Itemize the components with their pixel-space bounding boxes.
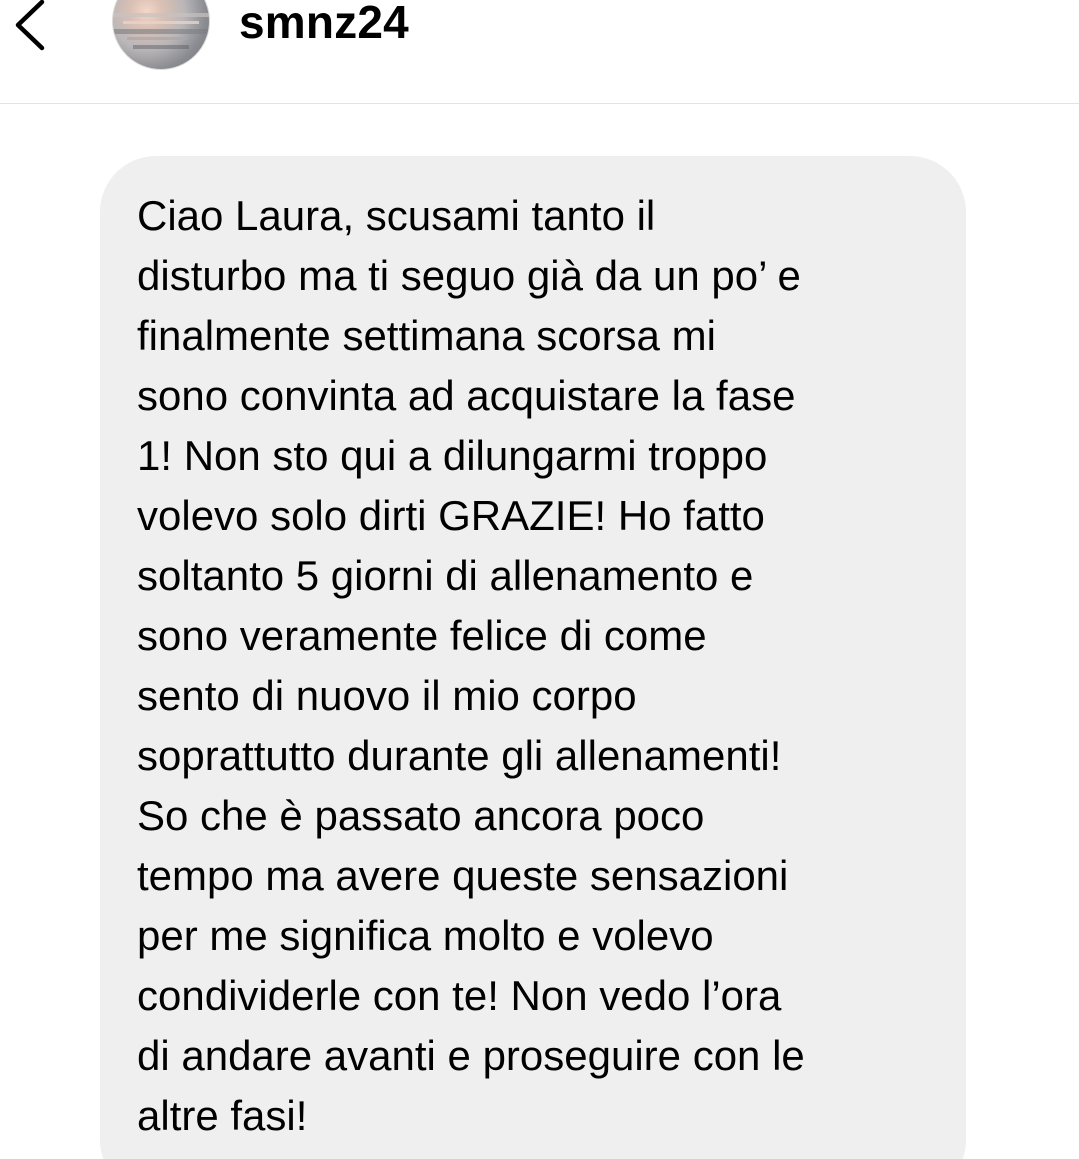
back-button[interactable]	[4, 0, 56, 56]
username[interactable]: smnz24	[239, 0, 409, 50]
message-bubble[interactable]: Ciao Laura, scusami tanto il disturbo ma…	[100, 156, 966, 1159]
message-text: Ciao Laura, scusami tanto il disturbo ma…	[137, 192, 805, 1139]
avatar-image	[113, 13, 209, 49]
chat-header: smnz24	[0, 0, 1079, 104]
avatar[interactable]	[112, 0, 210, 70]
message-thread: Ciao Laura, scusami tanto il disturbo ma…	[0, 104, 1079, 1159]
chevron-left-icon	[15, 0, 45, 51]
